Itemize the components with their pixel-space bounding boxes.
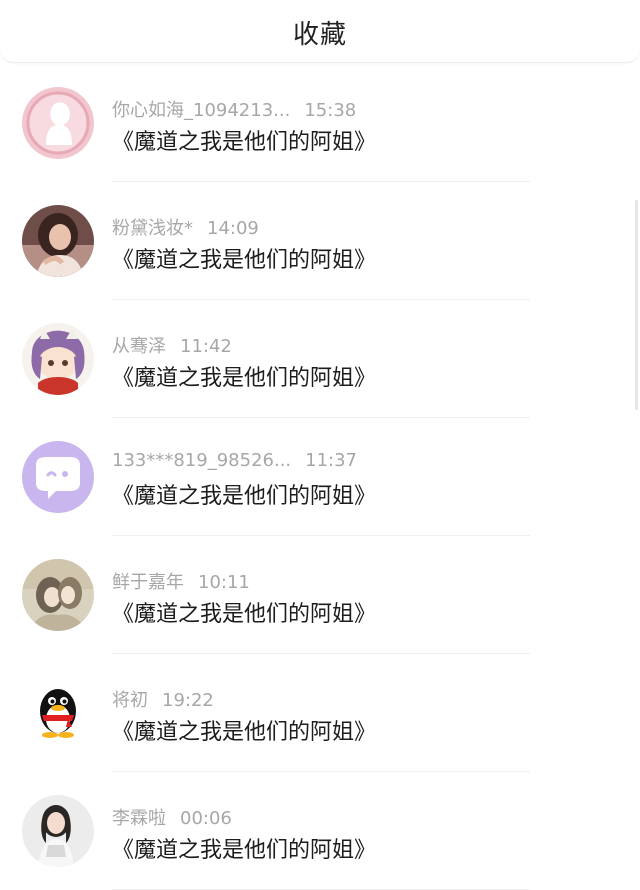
- favorites-list: 你心如海_1094213... 15:38 《魔道之我是他们的阿姐》 粉黛浅妆* 1…: [0, 64, 640, 890]
- sender-meta: 将初 19:22: [112, 686, 214, 712]
- list-item[interactable]: 李霖啦 00:06 《魔道之我是他们的阿姐》: [0, 772, 640, 890]
- sender-meta: 鲜于嘉年 10:11: [112, 568, 250, 594]
- chat-bubble-avatar-icon[interactable]: [22, 441, 94, 513]
- list-item[interactable]: 133***819_98526... 11:37 《魔道之我是他们的阿姐》: [0, 418, 640, 536]
- anime-character-avatar-icon[interactable]: [22, 323, 94, 395]
- message-time: 11:42: [180, 336, 232, 357]
- header-bar: 收藏: [0, 0, 640, 63]
- girl-photo-avatar-icon[interactable]: [22, 795, 94, 867]
- list-item[interactable]: 你心如海_1094213... 15:38 《魔道之我是他们的阿姐》: [0, 64, 640, 182]
- sender-name: 从骞泽: [112, 336, 166, 357]
- list-item[interactable]: 鲜于嘉年 10:11 《魔道之我是他们的阿姐》: [0, 536, 640, 654]
- message-time: 14:09: [207, 218, 259, 239]
- sender-meta: 李霖啦 00:06: [112, 804, 232, 830]
- page-title: 收藏: [292, 20, 347, 50]
- message-time: 00:06: [180, 808, 232, 829]
- pink-silhouette-avatar-icon[interactable]: [22, 87, 94, 159]
- message-time: 15:38: [304, 100, 357, 121]
- sender-name: 你心如海_1094213...: [112, 100, 291, 121]
- sender-name: 将初: [112, 690, 148, 711]
- message-time: 10:11: [198, 572, 250, 593]
- sender-name: 李霖啦: [112, 808, 166, 829]
- message-text: 《魔道之我是他们的阿姐》: [112, 484, 377, 509]
- sender-meta: 粉黛浅妆* 14:09: [112, 214, 259, 240]
- illustration-couple-avatar-icon[interactable]: [22, 559, 94, 631]
- woman-photo-avatar-icon[interactable]: [22, 205, 94, 277]
- sender-name: 粉黛浅妆*: [112, 218, 193, 239]
- message-text: 《魔道之我是他们的阿姐》: [112, 602, 377, 627]
- sender-meta: 133***819_98526... 11:37: [112, 450, 357, 471]
- message-time: 11:37: [305, 450, 358, 471]
- sender-meta: 从骞泽 11:42: [112, 332, 232, 358]
- message-time: 19:22: [162, 690, 214, 711]
- list-item[interactable]: 从骞泽 11:42 《魔道之我是他们的阿姐》: [0, 300, 640, 418]
- message-text: 《魔道之我是他们的阿姐》: [112, 838, 377, 863]
- message-text: 《魔道之我是他们的阿姐》: [112, 130, 377, 155]
- sender-name: 鲜于嘉年: [112, 572, 184, 593]
- sender-name: 133***819_98526...: [112, 450, 292, 471]
- list-item[interactable]: 将初 19:22 《魔道之我是他们的阿姐》: [0, 654, 640, 772]
- message-text: 《魔道之我是他们的阿姐》: [112, 366, 377, 391]
- sender-meta: 你心如海_1094213... 15:38: [112, 96, 356, 122]
- message-text: 《魔道之我是他们的阿姐》: [112, 720, 377, 745]
- scrollbar[interactable]: [635, 200, 638, 410]
- list-item[interactable]: 粉黛浅妆* 14:09 《魔道之我是他们的阿姐》: [0, 182, 640, 300]
- message-text: 《魔道之我是他们的阿姐》: [112, 248, 377, 273]
- qq-penguin-avatar-icon[interactable]: [22, 677, 94, 749]
